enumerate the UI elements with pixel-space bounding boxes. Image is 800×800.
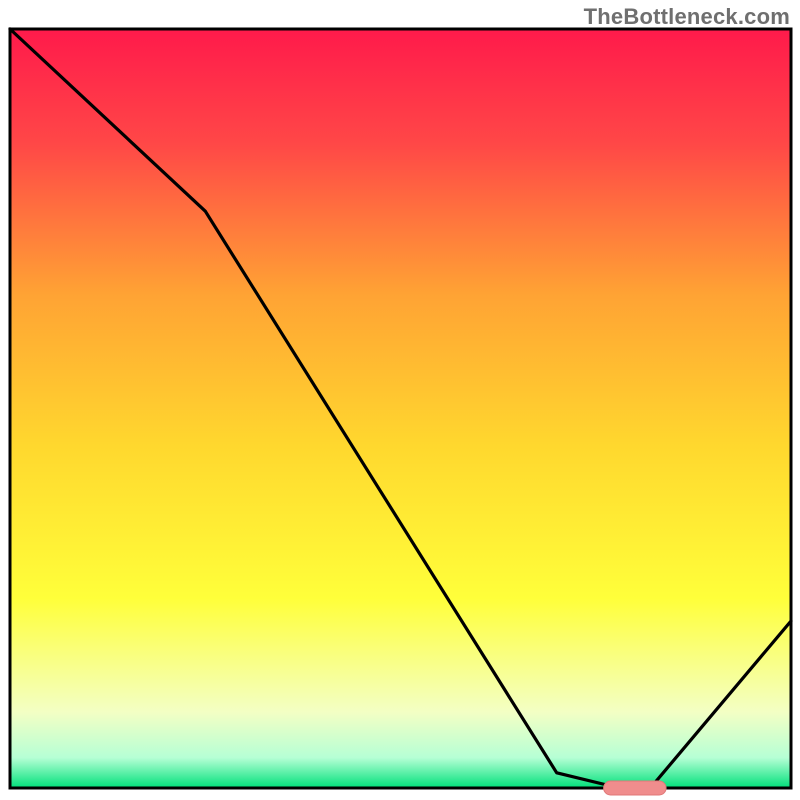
plot-background [10,29,791,788]
bottleneck-chart [0,0,800,800]
optimal-marker [604,781,667,795]
chart-stage: TheBottleneck.com [0,0,800,800]
